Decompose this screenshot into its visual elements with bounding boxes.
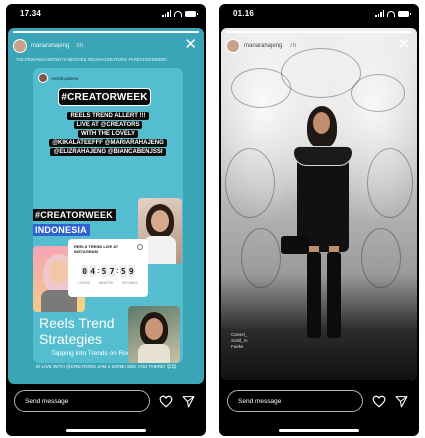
heart-icon[interactable] (159, 395, 173, 408)
countdown-sticker[interactable]: REELS TREND LIVE AT INSTAGRAM 0 4 : 5 7 … (68, 239, 148, 297)
avatar[interactable] (226, 39, 240, 53)
countdown-digit: 4 (89, 265, 97, 277)
battery-icon (185, 11, 198, 17)
story-progress (13, 31, 199, 33)
close-icon[interactable]: ✕ (184, 37, 197, 52)
story-footer-text: IG LIVE WITH @CREATORS JAM 4 SORE! SEE Y… (35, 364, 177, 369)
story-progress (226, 31, 412, 33)
phone-screen-right: 01.16 Cassel_ Sotld_m Faeke mariarahajen… (219, 4, 419, 436)
wifi-icon (387, 11, 395, 17)
story-posted-time: 7h (289, 43, 297, 49)
story-viewer[interactable]: Cassel_ Sotld_m Faeke mariarahajeng 7h ✕ (221, 28, 417, 380)
close-icon[interactable]: ✕ (397, 37, 410, 52)
status-icons (162, 10, 198, 17)
countdown-digit: 5 (100, 265, 108, 277)
reply-composer (6, 390, 206, 414)
caption-line: LIVE AT @CREATORS (73, 121, 143, 129)
wifi-icon (174, 11, 182, 17)
phone-screen-left: 17.34 mariarahajeng 8h ✕ YOLO#WANNA BE#W… (6, 4, 206, 436)
countdown-digit: 7 (108, 265, 116, 277)
countdown-title: REELS TREND LIVE AT INSTAGRAM (74, 244, 119, 254)
heart-icon[interactable] (372, 395, 386, 408)
repost-caption: REELS TREND ALLERT !!! LIVE AT @CREATORS… (43, 112, 173, 156)
reply-composer (219, 390, 419, 414)
repost-header: reelsbyadena (38, 73, 78, 83)
story-username[interactable]: mariarahajeng (244, 43, 282, 49)
countdown-digits: 0 4 : 5 7 : 5 9 (81, 265, 135, 277)
banner-hashtag: #CREATORWEEK (33, 209, 116, 221)
story-viewer[interactable]: mariarahajeng 8h ✕ YOLO#WANNA BE#WITH BE… (8, 28, 204, 384)
hashtag-sticker: #CREATORWEEK (58, 88, 151, 106)
avatar (38, 73, 48, 83)
story-posted-time: 8h (76, 43, 84, 49)
caption-line: WITH THE LOVELY (77, 130, 139, 138)
status-time: 17.34 (20, 9, 42, 18)
repost-username: reelsbyadena (51, 75, 79, 81)
countdown-digit: 9 (127, 265, 135, 277)
story-header: mariarahajeng 8h ✕ (13, 36, 199, 56)
home-indicator[interactable] (279, 429, 359, 432)
avatar[interactable] (13, 39, 27, 53)
story-username[interactable]: mariarahajeng (31, 43, 69, 49)
battery-icon (398, 11, 411, 17)
status-time: 01.16 (233, 9, 255, 18)
status-icons (375, 10, 411, 17)
reels-subtitle: Tapping into Trends on Reels (51, 350, 136, 357)
countdown-unit: MINUTES (98, 281, 114, 285)
signal-icon (375, 10, 384, 17)
portrait-photo (128, 306, 180, 363)
banner-subtitle: INDONESIA (33, 224, 90, 236)
status-bar: 17.34 (6, 4, 206, 24)
send-icon[interactable] (395, 395, 408, 408)
send-message-input[interactable] (227, 390, 363, 412)
caption-line: @KIKALATEEFFF @MARIARAHAJENG (49, 139, 167, 147)
countdown-digit: 5 (119, 265, 127, 277)
countdown-clock-icon (137, 244, 143, 250)
countdown-digit: 0 (81, 265, 89, 277)
status-bar: 01.16 (219, 4, 419, 24)
caption-line: @ELIZRAHAJENG @BIANCABENJSSI (50, 148, 166, 156)
send-message-input[interactable] (14, 390, 150, 412)
story-caption: YOLO#WANNA BE#WITH BESTIES #DIANACREATOR… (16, 57, 168, 62)
reposted-story-card[interactable]: reelsbyadena #CREATORWEEK REELS TREND AL… (33, 68, 183, 363)
countdown-unit: HOURS (78, 281, 90, 285)
send-icon[interactable] (182, 395, 195, 408)
countdown-units: HOURS MINUTES SECONDS (74, 281, 142, 285)
photo-watermark: Cassel_ Sotld_m Faeke (231, 332, 248, 349)
caption-line: REELS TREND ALLERT !!! (67, 112, 149, 120)
home-indicator[interactable] (66, 429, 146, 432)
story-header: mariarahajeng 7h ✕ (226, 36, 412, 56)
signal-icon (162, 10, 171, 17)
countdown-unit: SECONDS (121, 281, 138, 285)
